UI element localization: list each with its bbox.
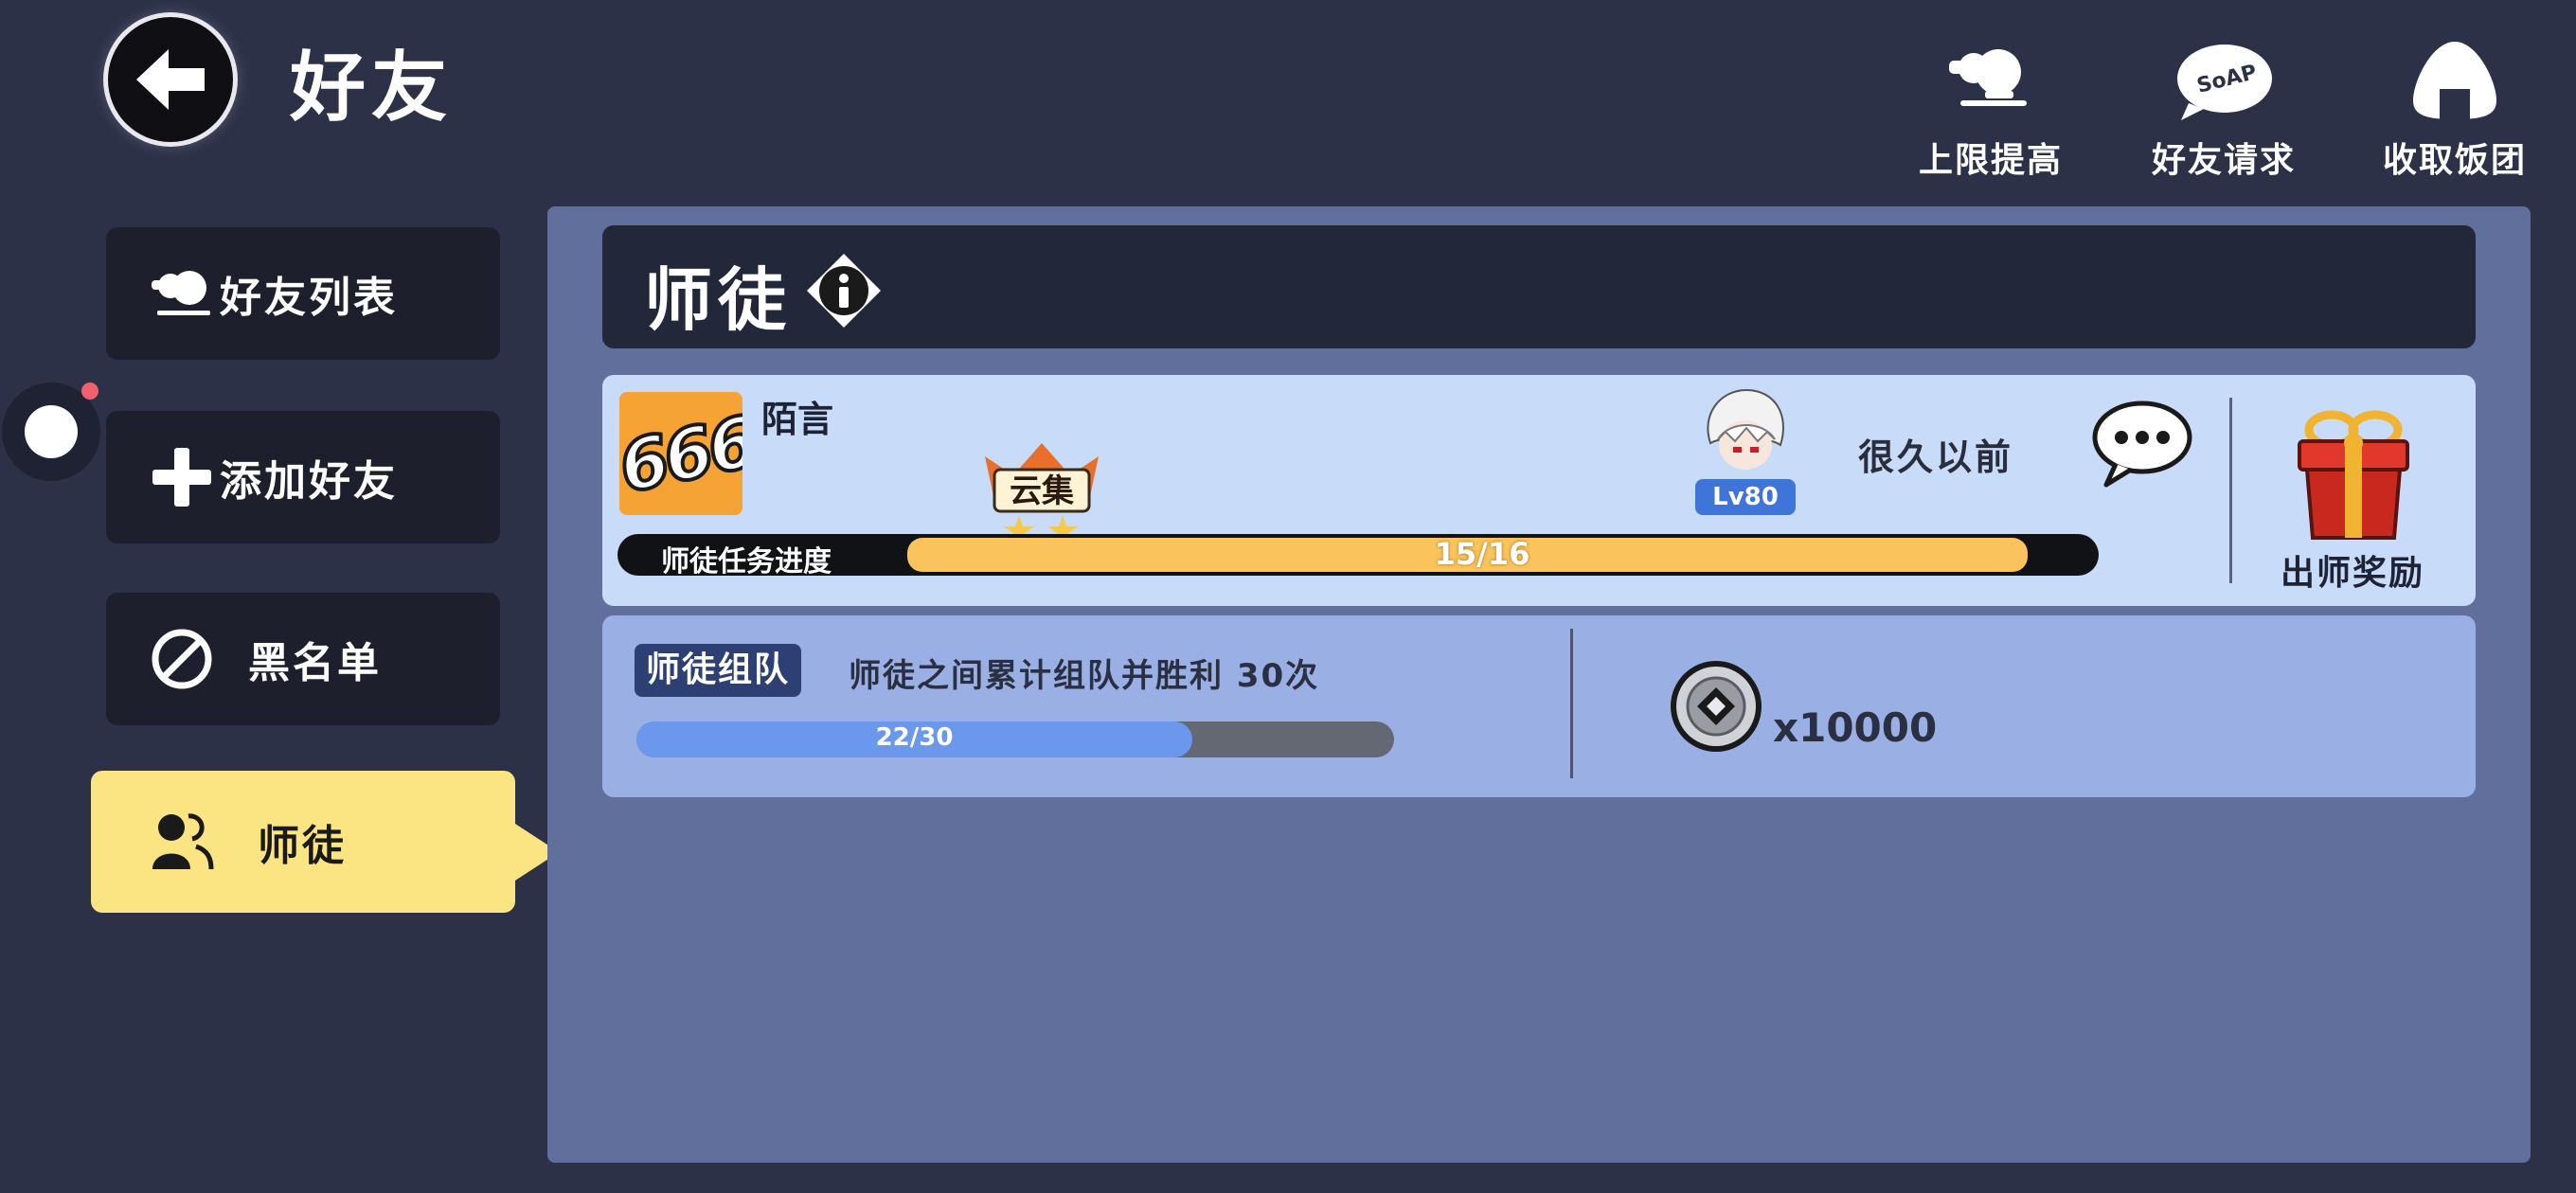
back-arrow-icon [136, 49, 205, 110]
graduation-reward-label[interactable]: 出师奖励 [2281, 545, 2424, 595]
rice-ball-icon [2403, 32, 2507, 127]
coin-icon [1667, 657, 1765, 759]
friends-icon [144, 256, 220, 331]
title-badge-text: 云集 [1010, 472, 1074, 510]
soap-bubble-icon: SoAP [2172, 32, 2276, 127]
chat-bubble-icon[interactable] [2089, 398, 2195, 492]
raise-limit-label: 上限提高 [1918, 141, 2063, 180]
sidebar-item-add-friend[interactable]: 添加好友 [106, 411, 500, 543]
collect-rice-balls-button[interactable]: 收取饭团 [2360, 32, 2549, 182]
avatar-text: 666 [619, 400, 742, 511]
blocked-icon [144, 621, 220, 697]
sidebar-item-label: 添加好友 [220, 457, 398, 506]
partner-avatar[interactable] [1691, 386, 1798, 485]
title-badge: 云集 [975, 437, 1108, 545]
sidebar-item-label: 师徒 [258, 822, 347, 870]
card-divider [2229, 398, 2232, 583]
back-button[interactable] [108, 17, 233, 142]
page-title: 好友 [290, 44, 453, 132]
section-header [602, 225, 2476, 348]
player-name: 陌言 [761, 399, 834, 440]
mentor-icon [144, 804, 220, 880]
plus-icon [144, 439, 220, 515]
friend-requests-label: 好友请求 [2151, 141, 2296, 180]
info-icon[interactable] [805, 252, 883, 333]
collect-rice-balls-label: 收取饭团 [2382, 141, 2527, 180]
raise-limit-icon [1939, 32, 2043, 127]
notification-dot [81, 383, 98, 400]
last-online-status: 很久以前 [1858, 436, 2014, 478]
friend-requests-button[interactable]: SoAP 好友请求 [2129, 32, 2318, 182]
task-divider [1570, 629, 1573, 778]
sidebar-item-mentor[interactable]: 师徒 [91, 771, 515, 913]
avatar[interactable]: 666 [619, 392, 742, 515]
task-description: 师徒之间累计组队并胜利 30次 [849, 657, 1320, 695]
sidebar-item-label: 好友列表 [220, 274, 398, 322]
gift-box-icon[interactable] [2282, 405, 2424, 549]
task-progress-text: 22/30 [875, 723, 954, 752]
sidebar-item-label: 黑名单 [248, 639, 382, 687]
raise-limit-button[interactable]: 上限提高 [1896, 32, 2085, 182]
reward-amount: x10000 [1773, 704, 1938, 751]
task-tag: 师徒组队 [635, 644, 802, 697]
mentor-progress-text: 15/16 [1434, 536, 1530, 572]
section-title: 师徒 [644, 260, 793, 340]
task-card [602, 615, 2476, 797]
level-badge: Lv80 [1695, 479, 1796, 515]
sidebar-item-friend-list[interactable]: 好友列表 [106, 227, 500, 360]
mentor-progress-label: 师徒任务进度 [661, 545, 832, 579]
sidebar-item-blacklist[interactable]: 黑名单 [106, 593, 500, 725]
